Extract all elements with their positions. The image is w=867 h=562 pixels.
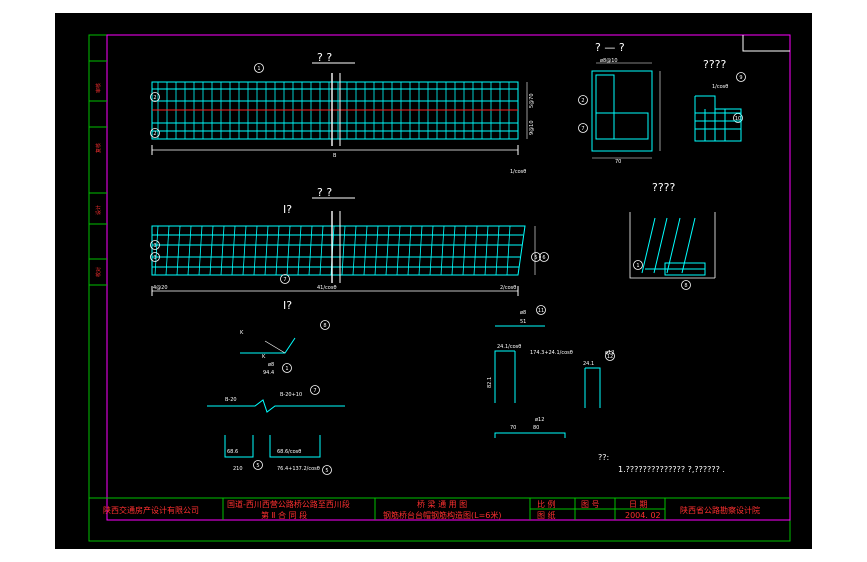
project-line1: 国道-西川西营公路桥公路至西川段 xyxy=(227,499,350,509)
b5-len2: 76.4+137.2/cosθ xyxy=(277,466,320,472)
callout-marker: 1 xyxy=(282,363,292,373)
callout-marker: 9 xyxy=(736,72,746,82)
callout-marker-number: 1 xyxy=(636,263,639,269)
callout-marker-number: 1 xyxy=(285,366,288,372)
callout-marker-number: 7 xyxy=(581,126,584,132)
callout-marker-number: 2 xyxy=(153,95,156,101)
company-name: 陕西交通房产设计有限公司 xyxy=(103,505,199,515)
callout-marker: 5 xyxy=(253,460,263,470)
notes-heading: ??: xyxy=(598,453,609,462)
b11-len: 51 xyxy=(520,319,526,325)
callout-marker: 7 xyxy=(310,385,320,395)
b10-b: 80 xyxy=(533,425,539,431)
b7-right: B-20+10 xyxy=(280,392,302,398)
callout-marker-number: 5 xyxy=(534,255,537,261)
section-right-title: ???? xyxy=(703,58,727,71)
callout-marker-number: 7 xyxy=(283,277,286,283)
section-mark-top: I? xyxy=(283,203,292,216)
b11-top: ø8 xyxy=(520,310,526,316)
plan-title: ? ? xyxy=(317,51,332,64)
callout-marker-number: 8 xyxy=(323,323,326,329)
drawing-no-label: 图 纸 xyxy=(537,510,556,520)
bar-details: K K ø8 94.4 B-20 B-20+10 68.6 210 68.6/c… xyxy=(207,310,614,472)
title-block: 陕西交通房产设计有限公司 国道-西川西营公路桥公路至西川段 第 Ⅱ 合 同 段 … xyxy=(89,497,790,520)
callout-marker-number: 11 xyxy=(538,308,544,314)
callout-marker: 7 xyxy=(280,274,290,284)
callout-marker: 1 xyxy=(254,63,264,73)
callout-marker: 5 xyxy=(322,465,332,475)
elev-dim-total: 41/cosθ xyxy=(317,285,337,291)
drawing-canvas: 审核 复核 设计 校对 ? ? B 1/cosθ 5@70 9@10 ? ? I… xyxy=(88,34,791,542)
stamp-1: 审核 xyxy=(95,83,102,93)
b12-c: 82.1 xyxy=(487,377,493,388)
callout-marker-number: 5 xyxy=(256,463,259,469)
institute-name: 陕西省公路勘察设计院 xyxy=(680,505,760,515)
b1-top: ø8 xyxy=(268,362,274,368)
plan-view: B 1/cosθ 5@70 9@10 xyxy=(151,73,535,175)
section-mark-bottom: I? xyxy=(283,299,292,312)
drawing-line1: 桥 梁 通 用 图 xyxy=(417,499,467,509)
b1-len: 94.4 xyxy=(263,370,274,376)
b10-c: 70 xyxy=(510,425,516,431)
callout-marker: 2 xyxy=(578,95,588,105)
b12-a: 24.1/cosθ xyxy=(497,344,521,350)
stamp-2: 复核 xyxy=(95,143,102,153)
callout-marker: 1 xyxy=(633,260,643,270)
b5-left: 68.6 xyxy=(227,449,238,455)
callout-marker: 8 xyxy=(320,320,330,330)
elev-dim-right: 2/cosθ xyxy=(500,285,516,291)
inner-border xyxy=(106,34,791,521)
b5-right: 68.6/cosθ xyxy=(277,449,301,455)
callout-marker-number: 3 xyxy=(153,255,156,261)
cad-viewer[interactable]: 审核 复核 设计 校对 ? ? B 1/cosθ 5@70 9@10 ? ? I… xyxy=(55,13,812,549)
callout-marker-number: 6 xyxy=(542,255,545,261)
plan-dim-v2: 9@10 xyxy=(529,120,535,135)
date-label: 日 期 xyxy=(629,500,648,509)
detail-right xyxy=(629,212,716,279)
callout-marker: 8 xyxy=(681,280,691,290)
b12-e: 24.1 xyxy=(583,361,594,367)
callout-marker-number: 1 xyxy=(257,66,260,72)
svg-text:K: K xyxy=(240,330,244,336)
elevation-view: 41/cosθ 2/cosθ 4@20 xyxy=(151,211,536,296)
callout-marker-number: 7 xyxy=(313,388,316,394)
project-line2: 第 Ⅱ 合 同 段 xyxy=(261,510,307,520)
b12-b: 174.3+24.1/cosθ xyxy=(530,350,573,356)
scale-label: 比 例 xyxy=(537,499,556,509)
callout-marker-number: 2 xyxy=(153,131,156,137)
callout-marker-number: 5 xyxy=(325,468,328,474)
side-stamps: 审核 复核 设计 校对 xyxy=(89,60,107,286)
svg-text:1/cosθ: 1/cosθ xyxy=(712,84,728,90)
section-small-title: ? — ? xyxy=(595,41,625,54)
detail-right-title: ???? xyxy=(652,181,676,194)
b10-a: ø12 xyxy=(535,417,544,423)
elev-dim-left: 4@20 xyxy=(153,285,168,291)
notes-line1: 1.?????????????? ?,?????? . xyxy=(618,465,725,474)
b7-label: B-20 xyxy=(225,397,237,403)
callout-marker-number: 3 xyxy=(153,243,156,249)
callout-marker: 7 xyxy=(578,123,588,133)
callout-marker-number: 9 xyxy=(739,75,742,81)
plan-dim-total: B xyxy=(333,153,337,159)
sheet-label: 图 号 xyxy=(581,500,600,509)
drawing-line2: 钢筋桥台台帽钢筋构造图(L=6米) xyxy=(383,510,502,520)
plan-dim-right: 1/cosθ xyxy=(510,169,526,175)
stamp-3: 设计 xyxy=(95,205,102,215)
svg-text:ø8@10: ø8@10 xyxy=(600,58,618,64)
svg-text:70: 70 xyxy=(615,159,621,165)
date-value: 2004. 02 xyxy=(625,511,661,520)
b5-len: 210 xyxy=(233,466,243,472)
callout-marker-number: 2 xyxy=(581,98,584,104)
svg-text:K: K xyxy=(262,354,266,360)
callout-marker: 11 xyxy=(536,305,546,315)
stamp-4: 校对 xyxy=(95,267,102,277)
section-small: ø8@10 70 xyxy=(591,58,661,165)
corner-box xyxy=(742,35,790,52)
b12-d: ø12 xyxy=(605,350,614,356)
callout-marker-number: 8 xyxy=(684,283,687,289)
plan-dim-v1: 5@70 xyxy=(529,93,535,108)
section-right: 1/cosθ xyxy=(694,84,742,142)
elev-title: ? ? xyxy=(317,186,332,199)
